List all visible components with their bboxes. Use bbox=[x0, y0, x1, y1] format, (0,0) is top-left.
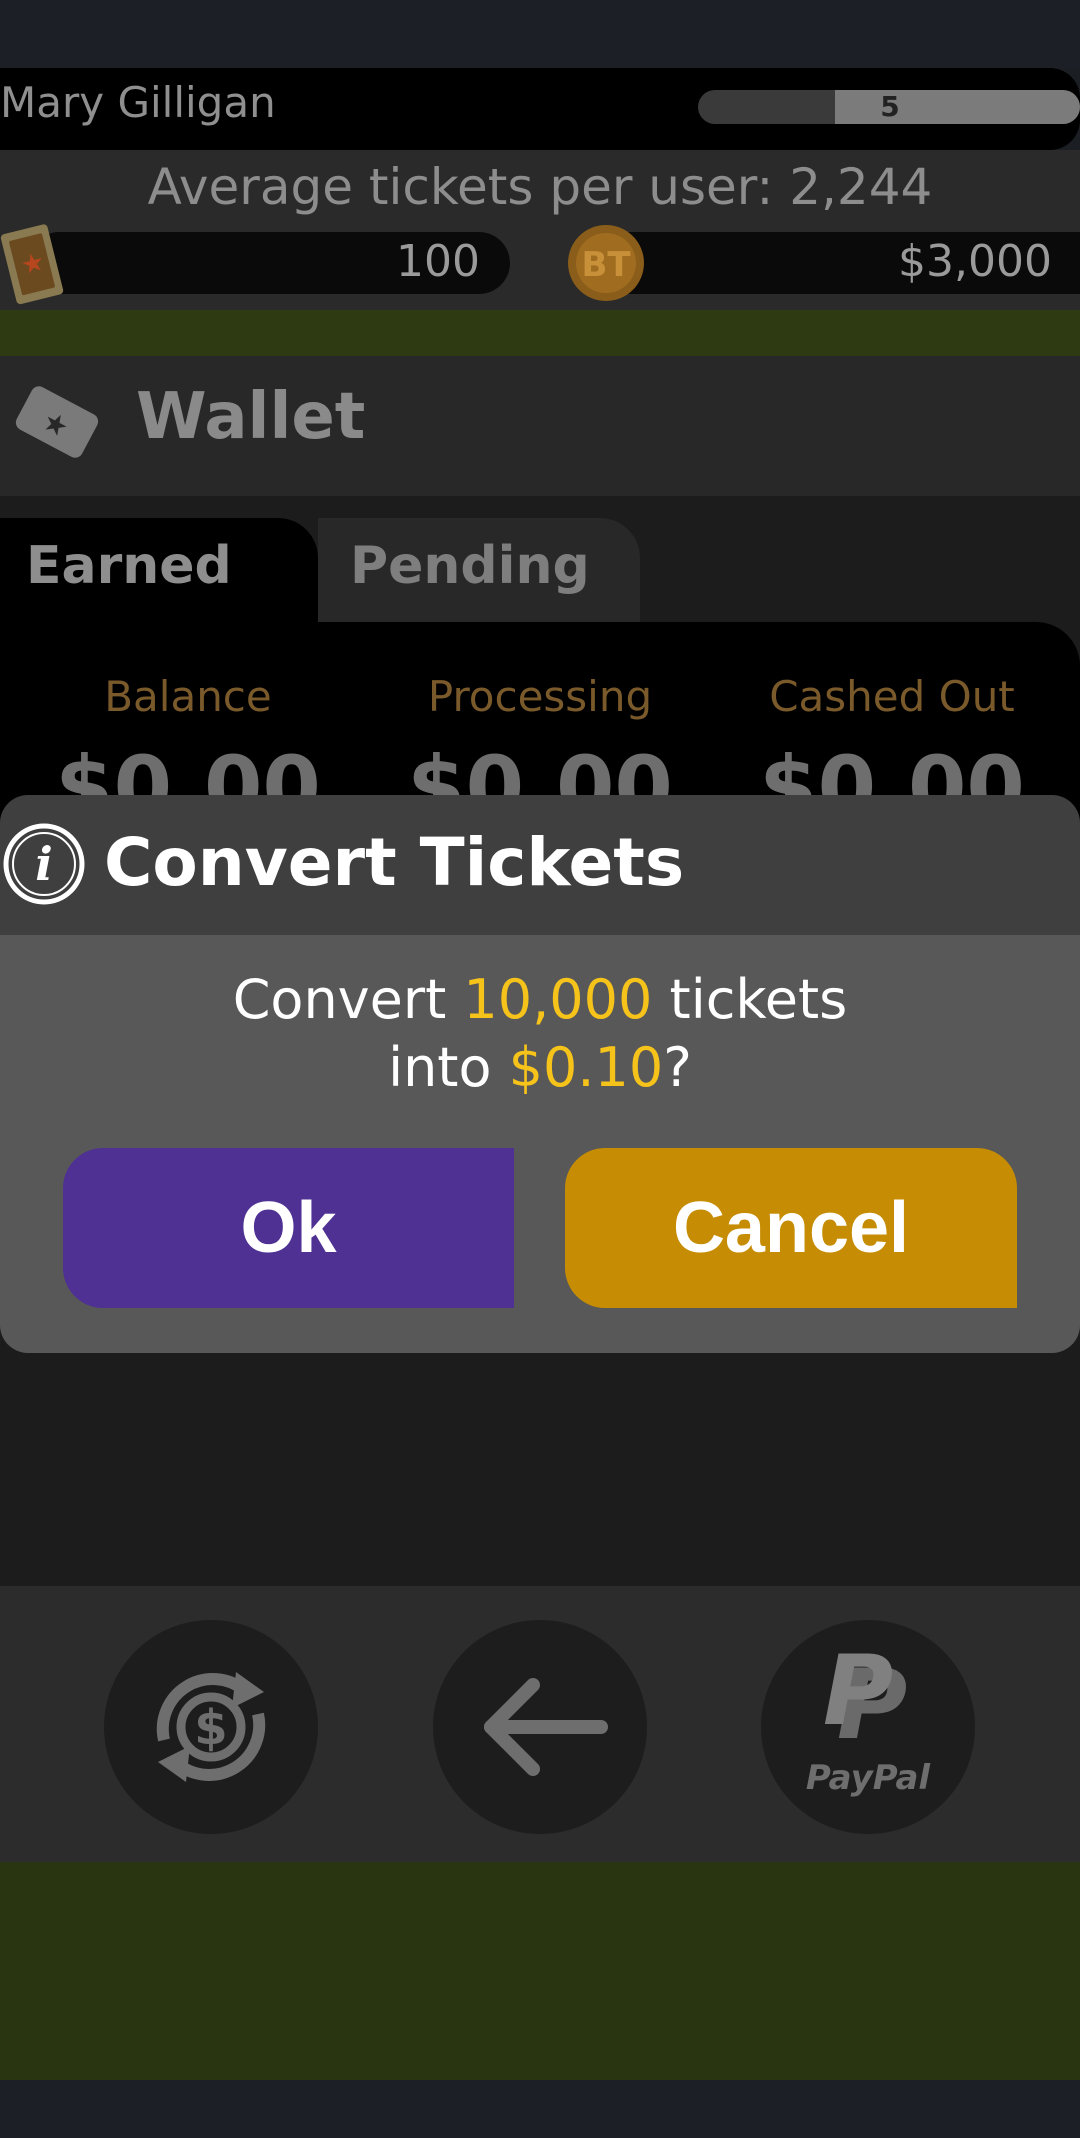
ticket-icon: ★ bbox=[0, 224, 64, 305]
dollar-amount: $0.10 bbox=[508, 1036, 664, 1099]
dollar-exchange-icon: $ bbox=[156, 1672, 266, 1782]
message-text-1: Convert bbox=[232, 968, 464, 1031]
cashed-out-label: Cashed Out bbox=[769, 672, 1015, 721]
cancel-button-label: Cancel bbox=[672, 1188, 910, 1268]
paypal-icon: P P bbox=[823, 1635, 907, 1761]
wallet-title: Wallet bbox=[136, 380, 366, 454]
ok-button-label: Ok bbox=[240, 1188, 337, 1268]
status-bar bbox=[0, 0, 1080, 68]
coin-icon: BT bbox=[568, 225, 644, 301]
grass-strip-bottom bbox=[0, 1862, 1080, 2080]
svg-text:BT: BT bbox=[581, 245, 631, 285]
average-tickets-text: Average tickets per user: 2,244 bbox=[147, 158, 933, 216]
message-text-3: into bbox=[388, 1036, 509, 1099]
tickets-amount: 10,000 bbox=[463, 968, 653, 1031]
svg-text:i: i bbox=[35, 837, 52, 891]
dialog-message: Convert 10,000 tickets into $0.10? bbox=[0, 966, 1080, 1102]
processing-label: Processing bbox=[427, 672, 653, 721]
svg-text:$: $ bbox=[194, 1700, 227, 1756]
info-icon: i bbox=[3, 823, 85, 905]
ticket-tag-icon: ★ bbox=[15, 386, 99, 458]
balance-label: Balance bbox=[104, 672, 272, 721]
dialog-title: Convert Tickets bbox=[104, 824, 685, 901]
cash-amount: $3,000 bbox=[898, 236, 1052, 287]
ok-button[interactable]: Ok bbox=[63, 1148, 514, 1308]
tab-earned-label: Earned bbox=[26, 536, 232, 596]
message-text-4: ? bbox=[663, 1036, 692, 1099]
user-name: Mary Gilligan bbox=[0, 78, 276, 127]
message-text-2: tickets bbox=[652, 968, 848, 1031]
grass-strip bbox=[0, 310, 1080, 356]
navigation-bar bbox=[0, 2080, 1080, 2138]
paypal-button[interactable]: P P PayPal bbox=[761, 1620, 975, 1834]
paypal-label: PayPal bbox=[805, 1758, 931, 1798]
svg-text:P: P bbox=[823, 1635, 893, 1747]
convert-button[interactable]: $ bbox=[104, 1620, 318, 1834]
tickets-count: 100 bbox=[396, 236, 480, 287]
cancel-button[interactable]: Cancel bbox=[565, 1148, 1017, 1308]
back-arrow-icon bbox=[484, 1678, 608, 1776]
tab-pending-label: Pending bbox=[350, 536, 590, 596]
level-number: 5 bbox=[880, 90, 900, 123]
back-button[interactable] bbox=[433, 1620, 647, 1834]
